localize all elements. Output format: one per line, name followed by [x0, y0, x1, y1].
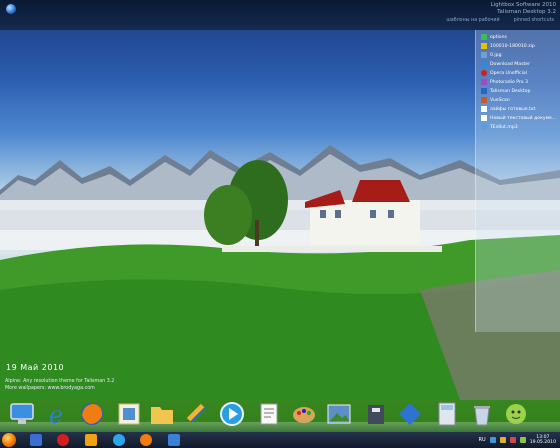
image-viewer-icon[interactable] [325, 400, 353, 428]
top-link-1[interactable]: шаблоны на рабочий [446, 18, 499, 23]
floppy-save-icon[interactable] [30, 434, 42, 446]
files-transfer-icon[interactable] [183, 400, 211, 428]
panel-item-mp3[interactable]: TEdilut.mp3 [481, 124, 518, 130]
panel-item-opera[interactable]: Opera Unofficial [481, 70, 527, 76]
panel-item-label: Photoradio Pro 3 [490, 79, 528, 85]
internet-explorer-icon[interactable]: e [44, 400, 72, 429]
skype-icon[interactable] [113, 434, 125, 446]
tray-icon[interactable] [499, 437, 506, 443]
panel-item-download-master[interactable]: Download Master [481, 61, 530, 67]
orb-icon[interactable] [6, 4, 16, 14]
opera-taskbar-icon[interactable] [57, 434, 69, 446]
media-player-icon[interactable] [218, 400, 246, 428]
window-task-icon[interactable] [168, 434, 180, 446]
system-tray: RU 13:07 19.05.2010 [479, 432, 560, 448]
zip-icon [481, 43, 487, 49]
svg-text:e: e [49, 401, 63, 428]
panel-item-vuescan[interactable]: VueScan [481, 97, 510, 103]
diamond-icon[interactable] [396, 400, 424, 428]
network-icon[interactable] [489, 437, 496, 443]
panel-item-label: VueScan [490, 97, 510, 103]
panel-item-jpg[interactable]: 0.jpg [481, 52, 502, 58]
panel-item-label: Talisman Desktop [490, 88, 531, 94]
date-display: 19 Май 2010 [6, 363, 65, 372]
panel-item-photoradio[interactable]: Photoradio Pro 3 [481, 79, 528, 85]
panel-item-label: лайфы готовые.txt [490, 106, 536, 112]
panel-item-txt[interactable]: лайфы готовые.txt [481, 106, 535, 112]
play-icon [481, 34, 487, 40]
caption-line-2: More wallpapers: www.brodyaga.com [5, 386, 95, 391]
firefox-taskbar-icon[interactable] [140, 434, 152, 446]
scanner-icon [481, 97, 487, 103]
photo-icon [481, 79, 487, 85]
panel-item-label: options [490, 34, 507, 40]
firefox-icon[interactable] [78, 400, 106, 428]
audio-file-icon [481, 124, 487, 130]
panel-item-label: TEdilut.mp3 [490, 124, 518, 130]
panel-item-label: Opera Unofficial [490, 70, 527, 76]
brand-block: Lightbox Software 2010 Talisman Desktop … [491, 2, 556, 16]
text-file-icon [481, 115, 487, 121]
archive-icon[interactable] [362, 400, 390, 428]
panel-item-options[interactable]: options [481, 34, 507, 40]
messenger-icon[interactable] [502, 400, 530, 428]
top-links: шаблоны на рабочий pinned shortcuts [446, 18, 554, 23]
wallpaper-caption: Alpine: Any resolution theme for Talisma… [5, 378, 114, 392]
panel-item-label: Download Master [490, 61, 530, 67]
up-arrow-icon[interactable] [85, 434, 97, 446]
dock-bar: e [0, 398, 560, 432]
calculator-icon[interactable] [433, 400, 461, 428]
panel-item-label: Новый текстовый докуме... [490, 115, 557, 121]
caption-line-1: Alpine: Any resolution theme for Talisma… [5, 379, 115, 384]
brand-line-2: Talisman Desktop 3.2 [497, 9, 556, 15]
opera-icon [481, 70, 487, 76]
download-icon [481, 61, 487, 67]
panel-item-label: 100010-180010.zip [490, 43, 535, 49]
brand-line-1: Lightbox Software 2010 [490, 2, 556, 8]
clock[interactable]: 13:07 19.05.2010 [530, 435, 556, 446]
clock-date: 19.05.2010 [529, 440, 556, 445]
image-file-icon [481, 52, 487, 58]
language-indicator[interactable]: RU [479, 437, 486, 443]
recycle-bin-icon[interactable] [468, 400, 496, 428]
volume-icon[interactable] [519, 437, 526, 443]
text-file-icon [481, 106, 487, 112]
mail-stamp-icon[interactable] [115, 400, 143, 428]
start-orb-icon[interactable] [2, 433, 16, 447]
folder-icon[interactable] [148, 400, 176, 428]
taskbar: RU 13:07 19.05.2010 [0, 432, 560, 448]
computer-icon[interactable] [8, 400, 36, 428]
notepad-icon[interactable] [255, 400, 283, 428]
panel-item-new-doc[interactable]: Новый текстовый докуме... [481, 115, 556, 121]
panel-item-talisman[interactable]: Talisman Desktop [481, 88, 530, 94]
panel-item-label: 0.jpg [490, 52, 502, 58]
top-link-2[interactable]: pinned shortcuts [514, 18, 554, 23]
paint-palette-icon[interactable] [290, 400, 318, 428]
shortcut-panel: options 100010-180010.zip 0.jpg Download… [475, 30, 560, 332]
panel-item-zip[interactable]: 100010-180010.zip [481, 43, 535, 49]
antivirus-icon[interactable] [509, 437, 516, 443]
top-info-bar: Lightbox Software 2010 Talisman Desktop … [0, 0, 560, 30]
talisman-icon [481, 88, 487, 94]
